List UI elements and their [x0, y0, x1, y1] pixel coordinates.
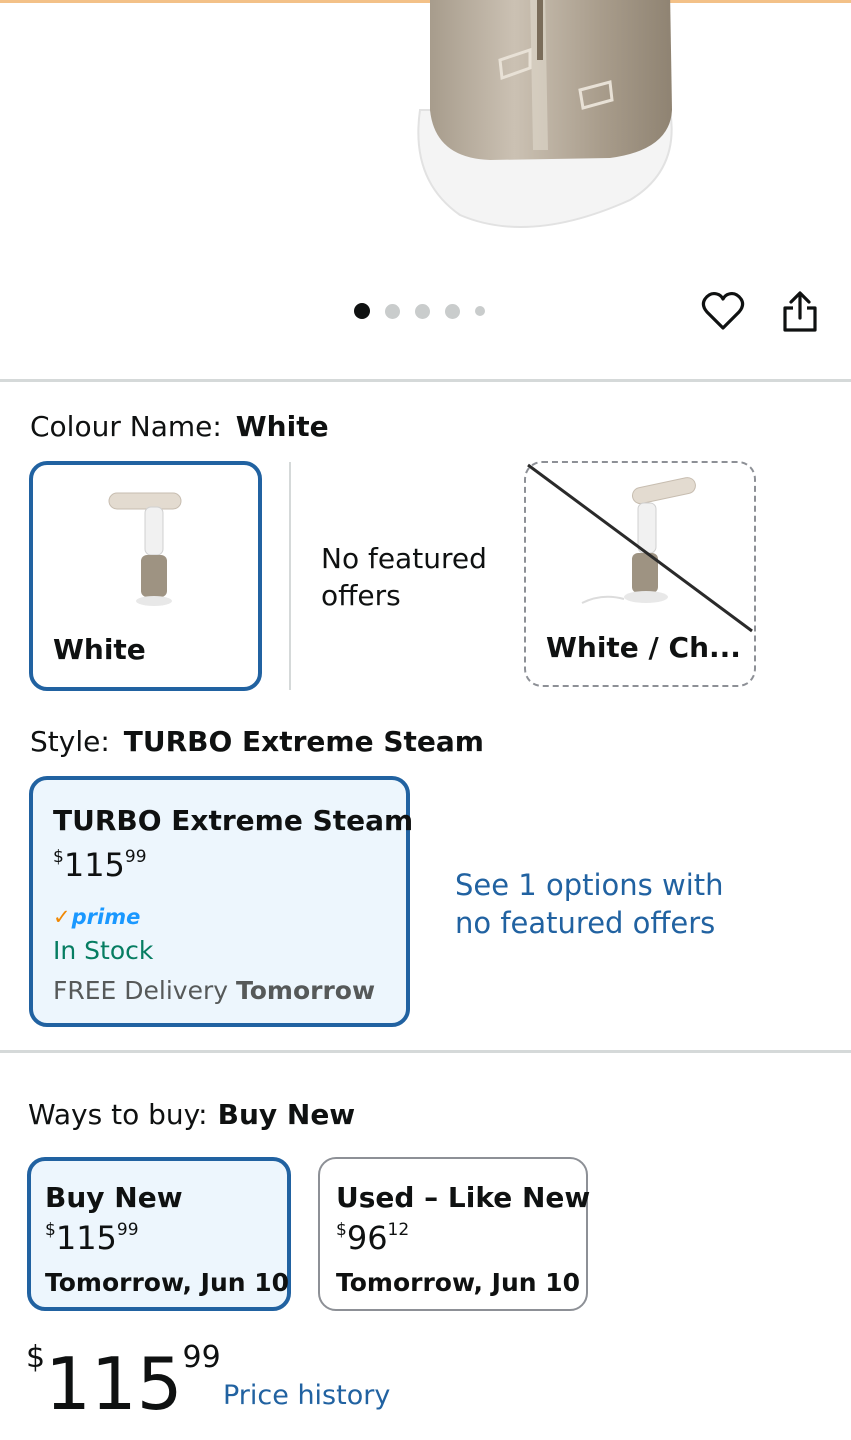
steamer-image [417, 0, 673, 228]
colour-selected-value: White [235, 410, 329, 443]
section-divider [0, 379, 851, 382]
pagination-dot-active[interactable] [354, 303, 370, 319]
style-label: Style: [30, 725, 110, 758]
price-whole: 115 [63, 846, 125, 884]
ways-to-buy-label-row: Ways to buy: Buy New [28, 1098, 355, 1131]
delivery-info: FREE Delivery Tomorrow [53, 976, 375, 1005]
delivery-prefix: FREE Delivery [53, 976, 229, 1005]
buy-option-price: $11599 [45, 1219, 139, 1257]
pagination-dot[interactable] [415, 303, 430, 319]
price-currency: $ [53, 847, 64, 867]
stock-status: In Stock [53, 936, 154, 965]
colour-label-row: Colour Name: White [30, 410, 329, 443]
main-price: $11599 [26, 1340, 221, 1426]
style-option-turbo-extreme-steam[interactable]: TURBO Extreme Steam $11599 ✓prime In Sto… [29, 776, 414, 1027]
ways-to-buy-label: Ways to buy: [28, 1098, 208, 1131]
see-options-link[interactable]: See 1 options with no featured offers [455, 866, 755, 942]
steamer-thumbnail [108, 492, 182, 606]
no-featured-offers-text: No featured offers [321, 542, 487, 612]
style-selected-value: TURBO Extreme Steam [123, 725, 484, 758]
price-fraction: 99 [124, 847, 147, 867]
style-option-price: $11599 [53, 846, 147, 884]
prime-badge: ✓prime [53, 905, 140, 929]
style-option-title: TURBO Extreme Steam [53, 804, 414, 837]
buy-option-used-like-new[interactable]: Used – Like New $9612 Tomorrow, Jun 10 [318, 1157, 591, 1311]
pagination-dot[interactable] [475, 306, 485, 316]
buy-option-title: Buy New [45, 1181, 183, 1214]
prime-check-icon: ✓ [53, 905, 71, 929]
buy-option-date: Tomorrow, Jun 10 [45, 1268, 290, 1297]
pagination-dot[interactable] [445, 303, 460, 319]
price-whole: 96 [346, 1219, 388, 1257]
price-fraction: 99 [116, 1220, 139, 1240]
price-whole: 115 [55, 1219, 117, 1257]
price-fraction: 12 [387, 1220, 410, 1240]
prime-label: prime [71, 905, 141, 929]
pagination-dot[interactable] [385, 303, 400, 319]
buy-option-date: Tomorrow, Jun 10 [336, 1268, 581, 1297]
buy-option-price: $9612 [336, 1219, 409, 1257]
price-whole: 115 [45, 1342, 183, 1426]
share-icon[interactable] [780, 290, 820, 334]
price-currency: $ [26, 1340, 46, 1375]
price-currency: $ [45, 1220, 56, 1240]
buy-option-new[interactable]: Buy New $11599 Tomorrow, Jun 10 [27, 1157, 291, 1311]
price-history-link[interactable]: Price history [223, 1380, 390, 1411]
buy-option-title: Used – Like New [336, 1181, 591, 1214]
delivery-day: Tomorrow [236, 976, 376, 1005]
price-fraction: 99 [182, 1340, 221, 1375]
style-label-row: Style: TURBO Extreme Steam [30, 725, 484, 758]
heart-icon[interactable] [701, 290, 745, 332]
section-divider [0, 1050, 851, 1053]
colour-label: Colour Name: [30, 410, 222, 443]
swatch-separator [289, 462, 291, 690]
colour-option-label: White [53, 633, 146, 666]
price-currency: $ [336, 1220, 347, 1240]
colour-option-white-chrome[interactable]: White / Ch... [524, 461, 756, 687]
ways-to-buy-selected: Buy New [217, 1098, 356, 1131]
colour-option-white[interactable]: White [29, 461, 262, 691]
colour-option-label: White / Ch... [546, 631, 741, 664]
image-pagination-dots[interactable] [354, 303, 500, 319]
